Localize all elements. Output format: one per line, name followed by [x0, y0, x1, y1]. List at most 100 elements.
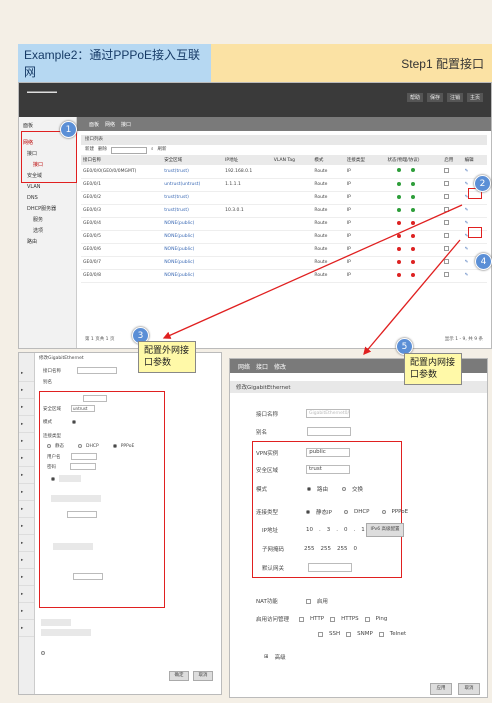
wan-section-divider	[51, 495, 101, 502]
lan-http-checkbox[interactable]	[299, 616, 305, 622]
lan-snmp-checkbox[interactable]	[346, 631, 352, 637]
lan-mode-label: 模式	[256, 487, 268, 493]
wan-sidebar-item: ▸	[19, 467, 34, 484]
wan-sidebar-item: ▸	[19, 586, 34, 603]
lan-ip-dot: .	[318, 527, 321, 533]
lan-telnet-label: Telnet	[389, 631, 407, 637]
lan-ip-oct2[interactable]: 3	[327, 527, 331, 533]
lan-ip-label: IP地址	[262, 528, 278, 534]
lan-mask-oct2[interactable]: 255	[321, 546, 332, 552]
wan-zone-select[interactable]: untrust	[71, 405, 95, 412]
lan-http-label: HTTP	[310, 616, 325, 622]
lan-https-label: HTTPS	[341, 616, 359, 622]
lan-pppoe-radio[interactable]	[381, 510, 386, 514]
lan-nat-label: NAT功能	[256, 599, 278, 605]
lan-access-label: 启用访问管理	[256, 617, 290, 623]
lan-pppoe-label: PPPoE	[391, 509, 409, 515]
wan-ip-input[interactable]	[67, 511, 97, 518]
arrow-to-wan	[162, 204, 463, 339]
wan-conn-label: 连接类型	[43, 434, 61, 439]
lan-zone-select[interactable]: trust	[306, 465, 351, 474]
wan-name-label: 接口名称	[43, 368, 61, 374]
lan-https-checkbox[interactable]	[330, 616, 336, 622]
wan-sidebar-item: ▸	[19, 501, 34, 518]
wan-pass-label: 密码	[47, 464, 56, 470]
wan-sidebar-item: ▸	[19, 399, 34, 416]
wan-sidebar-item: ▸	[19, 603, 34, 620]
wan-sidebar-item: ▸	[19, 484, 34, 501]
lan-tab-network[interactable]: 网络	[238, 362, 250, 371]
lan-edit-screenshot: 网络 接口 修改 修改GigabitEthernet 接口名称 GigabitE…	[229, 358, 488, 698]
lan-ip-dot: .	[353, 527, 356, 533]
ipv6-advanced-button[interactable]: IPv6 高级配置	[366, 523, 404, 537]
wan-user-label: 用户名	[47, 454, 61, 460]
wan-dhcp-radio[interactable]	[78, 444, 82, 448]
wan-vpn-select[interactable]	[83, 395, 107, 402]
arrow-to-lan	[363, 239, 461, 355]
lan-mask-oct4[interactable]: 0	[354, 546, 358, 552]
wan-subsection-label	[53, 543, 93, 550]
lan-zone-label: 安全区域	[256, 467, 279, 474]
wan-pppoe-label: PPPoE	[120, 443, 135, 449]
lan-mask-oct3[interactable]: 255	[337, 546, 348, 552]
lan-advanced-label[interactable]: 高级	[275, 653, 286, 661]
wan-sidebar-item: ▸	[19, 569, 34, 586]
lan-alias-input[interactable]	[307, 427, 352, 436]
wan-title: 修改GigabitEthernet	[39, 356, 84, 361]
wan-mode-route-radio[interactable]	[72, 420, 76, 424]
lan-static-radio[interactable]	[306, 510, 311, 514]
lan-ip-oct1[interactable]: 10	[306, 527, 313, 533]
wan-sidebar-item: ▸	[19, 433, 34, 450]
lan-note: 配置内网接口参数	[404, 353, 462, 385]
wan-sidebar-item: ▸	[19, 450, 34, 467]
lan-nat-checkbox[interactable]	[305, 598, 311, 604]
wan-cancel-button[interactable]: 取消	[193, 671, 213, 681]
lan-gateway-label: 默认网关	[262, 565, 285, 572]
lan-ping-checkbox[interactable]	[364, 616, 370, 622]
lan-ip-oct3[interactable]: 0	[344, 527, 348, 533]
wan-sidebar-item: ▸	[19, 535, 34, 552]
lan-apply-button[interactable]: 应用	[430, 683, 452, 695]
expand-icon[interactable]: ⊞	[264, 654, 269, 660]
lan-cancel-button[interactable]: 取消	[458, 683, 480, 695]
lan-name-input[interactable]: GigabitEthernet0/0/3	[306, 409, 351, 418]
lan-alias-label: 别名	[256, 429, 268, 436]
lan-tab-edit[interactable]: 修改	[274, 362, 286, 371]
wan-user-input[interactable]	[70, 453, 97, 460]
wan-static-label: 静态	[55, 444, 64, 449]
wan-mode-label: 模式	[43, 420, 52, 425]
wan-option-radio[interactable]	[51, 476, 55, 481]
wan-advanced-toggle[interactable]	[41, 651, 45, 655]
wan-extra-input[interactable]	[73, 573, 103, 580]
lan-gateway-input[interactable]	[308, 563, 353, 572]
wan-note: 配置外网接口参数	[138, 341, 196, 373]
lan-mask-oct1[interactable]: 255	[304, 546, 315, 552]
wan-nat-row	[41, 619, 71, 626]
wan-name-input[interactable]	[77, 367, 117, 374]
lan-mode-route-radio[interactable]	[307, 487, 312, 491]
wan-sidebar-item: ▸	[19, 416, 34, 433]
wan-sidebar-item: ▸	[19, 365, 34, 382]
wan-ok-button[interactable]: 确定	[169, 671, 189, 681]
wan-alias-label: 别名	[43, 380, 52, 385]
lan-static-label: 静态IP	[316, 510, 332, 516]
lan-ssh-checkbox[interactable]	[318, 631, 323, 637]
lan-snmp-label: SNMP	[357, 631, 373, 637]
wan-edit-screenshot: ▸ ▸ ▸ ▸ ▸ ▸ ▸ ▸ ▸ ▸ ▸ ▸ ▸ ▸ ▸ ▸ 修改Gigabi…	[18, 352, 222, 695]
lan-telnet-checkbox[interactable]	[378, 631, 384, 637]
lan-ping-label: Ping	[375, 616, 388, 622]
lan-conn-label: 连接类型	[256, 510, 279, 516]
wan-sidebar-item: ▸	[19, 382, 34, 399]
lan-ip-oct4[interactable]: 1	[361, 527, 365, 533]
wan-sidebar-item: ▸	[19, 552, 34, 569]
lan-vpn-select[interactable]: public	[306, 448, 351, 457]
wan-sidebar: ▸ ▸ ▸ ▸ ▸ ▸ ▸ ▸ ▸ ▸ ▸ ▸ ▸ ▸ ▸ ▸	[19, 353, 35, 694]
lan-dhcp-radio[interactable]	[343, 510, 348, 514]
slide: Example2：通过PPPoE接入互联网 Step1 配置接口 ▬▬▬▬▬▬ …	[0, 0, 492, 703]
wan-static-radio[interactable]	[47, 444, 51, 448]
lan-tab-interface[interactable]: 接口	[256, 362, 268, 371]
lan-ssh-label: SSH	[329, 631, 341, 637]
wan-pppoe-radio[interactable]	[112, 444, 117, 448]
lan-mode-switch-radio[interactable]	[342, 487, 347, 491]
wan-pass-input[interactable]	[70, 463, 96, 470]
